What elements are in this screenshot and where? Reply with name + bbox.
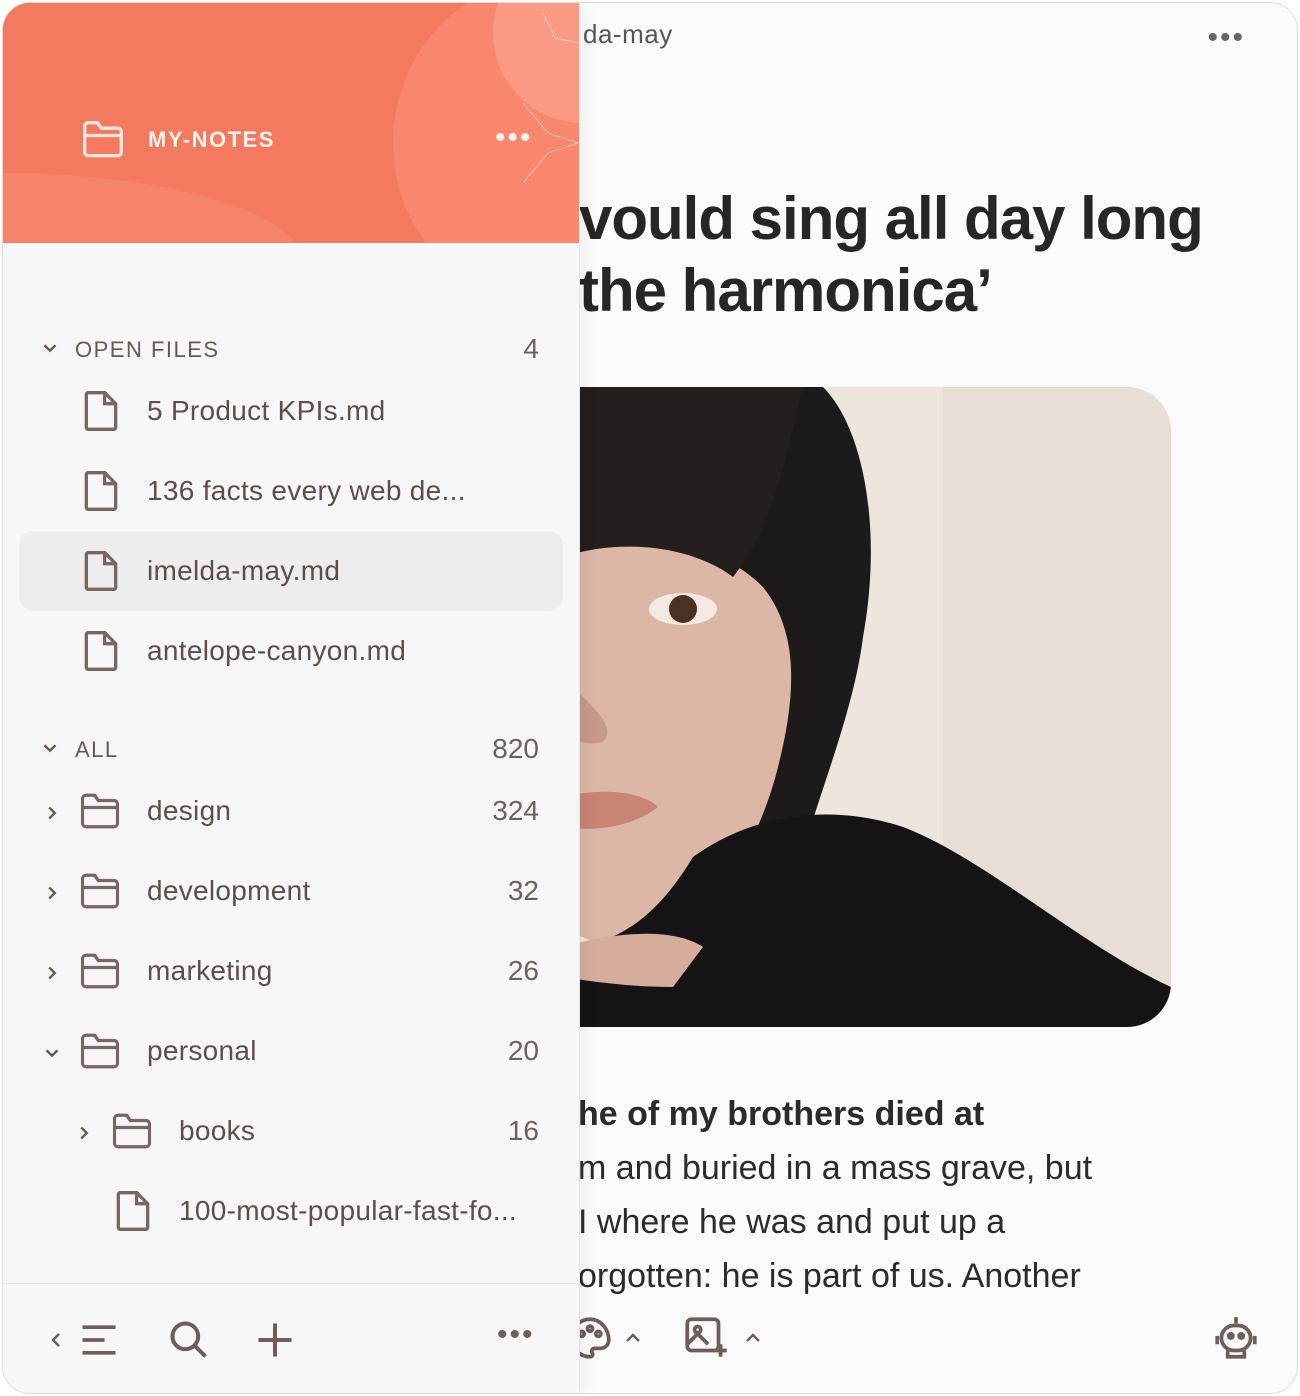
- folder-icon: [81, 119, 125, 159]
- file-icon: [81, 469, 121, 513]
- file-icon: [81, 549, 121, 593]
- file-name: 100-most-popular-fast-fo...: [179, 1195, 518, 1226]
- vault-header: MY-NOTES •••: [3, 3, 579, 243]
- document-title: da-may: [583, 19, 673, 49]
- document-heading: vould sing all day long the harmonica’: [579, 183, 1279, 327]
- all-count: 820: [492, 733, 539, 764]
- portrait-image: [563, 387, 1171, 1027]
- body-bold-line: he of my brothers died at: [578, 1095, 985, 1133]
- folder-name: marketing: [147, 955, 273, 986]
- folder-item-personal[interactable]: personal 20: [19, 1011, 563, 1091]
- folder-name: design: [147, 795, 232, 826]
- body-line: m and buried in a mass grave, but: [578, 1149, 1093, 1187]
- chevron-down-icon: [43, 744, 57, 753]
- open-file-item-active[interactable]: imelda-may.md: [19, 531, 563, 611]
- vault-name[interactable]: MY-NOTES: [148, 127, 275, 153]
- file-name: imelda-may.md: [147, 555, 341, 586]
- folder-name: personal: [147, 1035, 257, 1066]
- open-file-item[interactable]: 136 facts every web de...: [19, 451, 563, 531]
- folder-icon: [79, 951, 121, 991]
- chevron-up-icon[interactable]: [621, 1313, 645, 1363]
- folder-item-books[interactable]: books 16: [19, 1091, 563, 1171]
- body-line: I where he was and put up a: [578, 1203, 1006, 1241]
- heading-line-1: vould sing all day long: [579, 185, 1204, 252]
- chevron-right-icon[interactable]: [41, 879, 63, 901]
- chevron-down-icon[interactable]: [41, 1039, 63, 1061]
- chevron-right-icon[interactable]: [41, 799, 63, 821]
- all-label: ALL: [75, 737, 119, 762]
- chevron-left-icon[interactable]: [47, 1328, 65, 1352]
- folder-icon: [79, 1031, 121, 1071]
- file-name: 5 Product KPIs.md: [147, 395, 386, 426]
- folder-item-design[interactable]: design 324: [19, 771, 563, 851]
- folder-count: 16: [507, 1115, 539, 1146]
- folder-name: books: [179, 1115, 256, 1146]
- image-add-icon[interactable]: [681, 1313, 731, 1363]
- menu-icon[interactable]: [77, 1318, 121, 1362]
- file-icon: [113, 1189, 153, 1233]
- folder-item-marketing[interactable]: marketing 26: [19, 931, 563, 1011]
- folder-icon: [111, 1111, 153, 1151]
- chevron-down-icon: [43, 344, 57, 353]
- folder-icon: [79, 871, 121, 911]
- chevron-right-icon[interactable]: [41, 959, 63, 981]
- chevron-right-icon[interactable]: [73, 1119, 95, 1141]
- folder-count: 324: [492, 795, 539, 826]
- all-section-header[interactable]: ALL 820: [39, 729, 539, 769]
- open-file-item[interactable]: 5 Product KPIs.md: [19, 371, 563, 451]
- open-files-label: OPEN FILES: [75, 337, 220, 362]
- document-more-button[interactable]: •••: [1207, 21, 1245, 55]
- folder-count: 26: [507, 955, 539, 986]
- add-note-icon[interactable]: [253, 1318, 297, 1362]
- vault-more-button[interactable]: •••: [495, 121, 533, 155]
- open-files-section-header[interactable]: OPEN FILES 4: [39, 329, 539, 369]
- sidebar-footer: •••: [3, 1283, 579, 1393]
- open-file-item[interactable]: antelope-canyon.md: [19, 611, 563, 691]
- folder-count: 32: [507, 875, 539, 906]
- app-window: da-may ••• vould sing all day long the h…: [2, 2, 1298, 1394]
- search-icon[interactable]: [167, 1318, 211, 1362]
- folder-item-development[interactable]: development 32: [19, 851, 563, 931]
- file-icon: [81, 389, 121, 433]
- folder-icon: [79, 791, 121, 831]
- chevron-up-icon[interactable]: [741, 1313, 765, 1363]
- folder-name: development: [147, 875, 311, 906]
- file-name: 136 facts every web de...: [147, 475, 466, 506]
- sidebar: MY-NOTES ••• OPEN FILES 4 5 Product KPIs…: [3, 3, 580, 1393]
- robot-icon[interactable]: [1211, 1313, 1261, 1363]
- file-name: antelope-canyon.md: [147, 635, 407, 666]
- sidebar-more-button[interactable]: •••: [497, 1318, 535, 1362]
- editor-toolbar: [563, 1295, 1297, 1391]
- document-body: he of my brothers died at m and buried i…: [578, 1087, 1278, 1303]
- heading-line-2: the harmonica’: [579, 257, 993, 324]
- open-files-count: 4: [523, 333, 539, 364]
- file-icon: [81, 629, 121, 673]
- file-item[interactable]: 100-most-popular-fast-fo...: [19, 1171, 563, 1251]
- folder-count: 20: [507, 1035, 539, 1066]
